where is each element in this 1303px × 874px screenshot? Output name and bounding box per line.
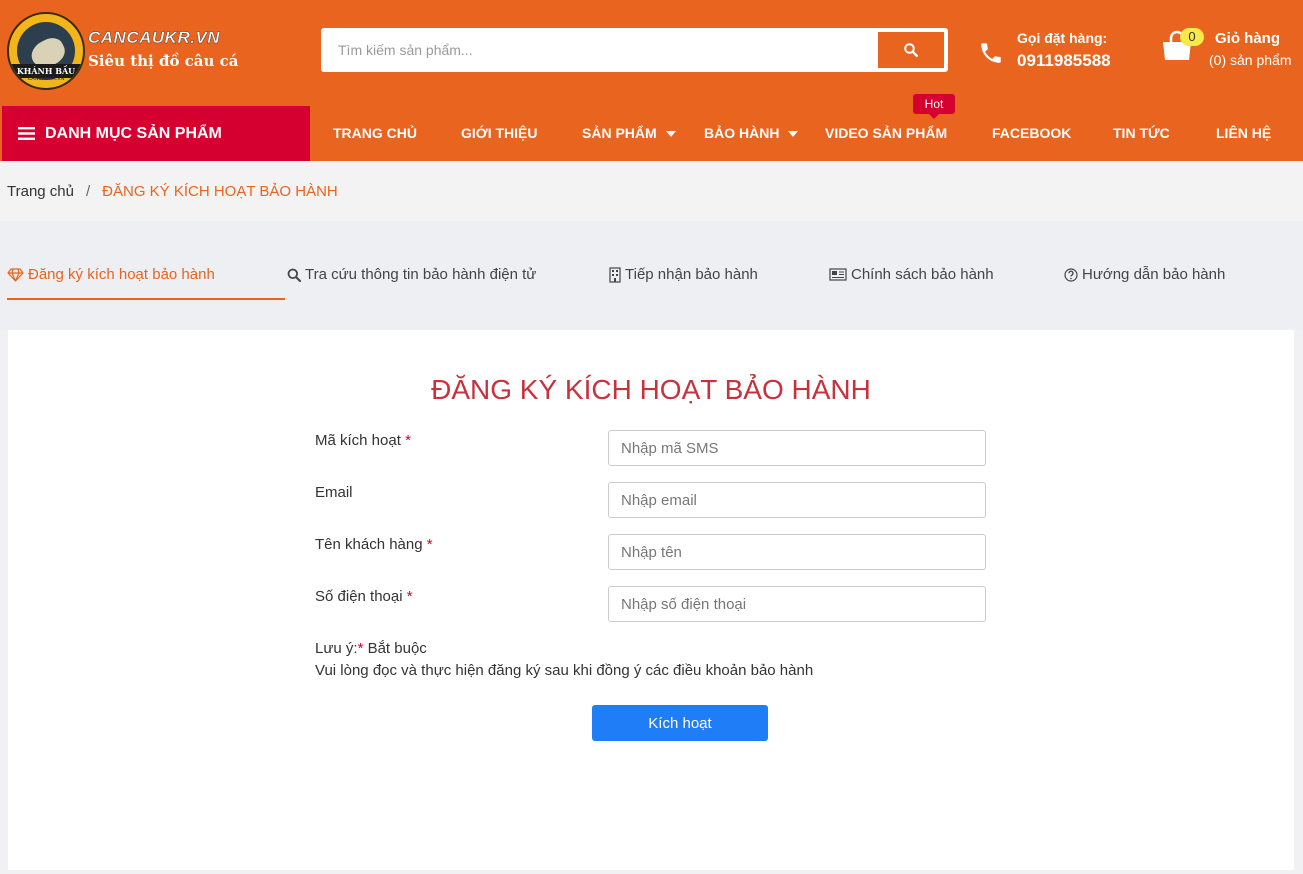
active-tab-indicator (7, 298, 285, 300)
breadcrumb-home[interactable]: Trang chủ (7, 183, 74, 200)
search-input[interactable] (321, 28, 875, 72)
nav-item-news[interactable]: TIN TỨC (1113, 106, 1170, 161)
category-menu-label: DANH MỤC SẢN PHẨM (45, 124, 222, 142)
required-mark: * (426, 536, 433, 553)
breadcrumb: Trang chủ / ĐĂNG KÝ KÍCH HOẠT BẢO HÀNH (0, 161, 1303, 221)
breadcrumb-separator: / (85, 182, 91, 200)
warranty-tabs: Đăng ký kích hoạt bảo hành Tra cứu thông… (0, 221, 1303, 329)
brand[interactable]: CANCAUKR.VN Siêu thị đồ câu cá (88, 28, 239, 70)
tab-register-activation[interactable]: Đăng ký kích hoạt bảo hành (7, 266, 215, 283)
note-prefix: Lưu ý: (315, 640, 358, 657)
tab-label: Đăng ký kích hoạt bảo hành (28, 266, 215, 283)
required-mark: * (405, 432, 411, 449)
activate-button[interactable]: Kích hoạt (592, 705, 768, 741)
logo-small-text: CANCAUKR.VN (27, 76, 65, 82)
cart-count: (0) sản phẩm (1209, 52, 1292, 68)
nav-item-label: TIN TỨC (1113, 125, 1170, 141)
diamond-icon (7, 267, 24, 282)
customer-name-input[interactable] (608, 534, 986, 570)
phone-number: 0911985588 (1017, 51, 1111, 70)
required-mark: * (357, 640, 364, 657)
nav-item-label: BẢO HÀNH (704, 125, 780, 141)
field-label-text: Mã kích hoạt (315, 432, 401, 449)
tab-warranty-guide[interactable]: Hướng dẫn bảo hành (1064, 266, 1225, 283)
search-bar (321, 28, 948, 72)
activation-form-card: ĐĂNG KÝ KÍCH HOẠT BẢO HÀNH Mã kích hoạt … (8, 330, 1294, 870)
nav-item-label: GIỚI THIỆU (461, 125, 538, 141)
phone-icon (981, 43, 1001, 63)
required-mark: * (406, 588, 413, 605)
tab-label: Tra cứu thông tin bảo hành điện tử (305, 266, 537, 283)
nav-item-warranty[interactable]: BẢO HÀNH (704, 106, 799, 161)
cart-label: Giỏ hàng (1215, 30, 1280, 47)
tab-warranty-policy[interactable]: Chính sách bảo hành (829, 266, 994, 283)
field-label-text: Số điện thoại (315, 588, 403, 605)
hot-badge: Hot (913, 94, 955, 119)
nav-item-label: LIÊN HỆ (1216, 125, 1272, 141)
question-circle-icon (1064, 267, 1078, 282)
category-menu-button[interactable]: DANH MỤC SẢN PHẨM (2, 106, 310, 161)
nav-item-label: VIDEO SẢN PHẨM (825, 125, 948, 141)
caret-down-icon (665, 131, 676, 138)
search-button[interactable] (876, 30, 946, 70)
tab-label: Chính sách bảo hành (851, 266, 994, 283)
brand-name: CANCAUKR.VN (88, 28, 221, 47)
nav-item-label: TRANG CHỦ (333, 125, 417, 141)
note-required-text: Bắt buộc (367, 640, 427, 657)
nav-item-label: FACEBOOK (992, 125, 1072, 141)
search-icon (287, 268, 301, 282)
field-label-text: Email (315, 484, 353, 501)
customer-name-label: Tên khách hàng * (315, 536, 433, 553)
newspaper-icon (829, 268, 847, 281)
site-header: KHÁNH BẦU CANCAUKR.VN CANCAUKR.VN Siêu t… (0, 0, 1303, 161)
nav-item-contact[interactable]: LIÊN HỆ (1216, 106, 1271, 161)
phone-number-input[interactable] (608, 586, 986, 622)
phone-label: Gọi đặt hàng: (1017, 30, 1108, 46)
nav-item-about[interactable]: GIỚI THIỆU (461, 106, 538, 161)
nav-item-label: SẢN PHẨM (582, 125, 657, 141)
form-title: ĐĂNG KÝ KÍCH HOẠT BẢO HÀNH (431, 374, 871, 405)
building-icon (609, 266, 621, 283)
phone-label-field: Số điện thoại * (315, 588, 413, 605)
caret-down-icon (788, 131, 799, 138)
field-label-text: Tên khách hàng (315, 536, 423, 553)
email-label: Email (315, 484, 353, 501)
nav-item-home[interactable]: TRANG CHỦ (333, 106, 417, 161)
nav-item-facebook[interactable]: FACEBOOK (992, 106, 1071, 161)
brand-tagline: Siêu thị đồ câu cá (88, 52, 239, 70)
terms-note: Vui lòng đọc và thực hiện đăng ký sau kh… (315, 662, 814, 679)
breadcrumb-current: ĐĂNG KÝ KÍCH HOẠT BẢO HÀNH (102, 182, 338, 200)
email-input[interactable] (608, 482, 986, 518)
tab-label: Hướng dẫn bảo hành (1082, 266, 1226, 283)
activation-code-label: Mã kích hoạt * (315, 432, 411, 449)
site-logo[interactable]: KHÁNH BẦU CANCAUKR.VN (7, 12, 85, 90)
search-icon (904, 43, 918, 57)
required-note: Lưu ý:* Bắt buộc (315, 640, 427, 657)
activation-code-input[interactable] (608, 430, 986, 466)
hamburger-icon (18, 127, 35, 140)
nav-item-products[interactable]: SẢN PHẨM (582, 106, 676, 161)
tab-warranty-reception[interactable]: Tiếp nhận bảo hành (609, 266, 758, 283)
cart-badge: 0 (1180, 28, 1204, 46)
tab-lookup-warranty[interactable]: Tra cứu thông tin bảo hành điện tử (287, 266, 536, 283)
tab-label: Tiếp nhận bảo hành (625, 266, 758, 283)
